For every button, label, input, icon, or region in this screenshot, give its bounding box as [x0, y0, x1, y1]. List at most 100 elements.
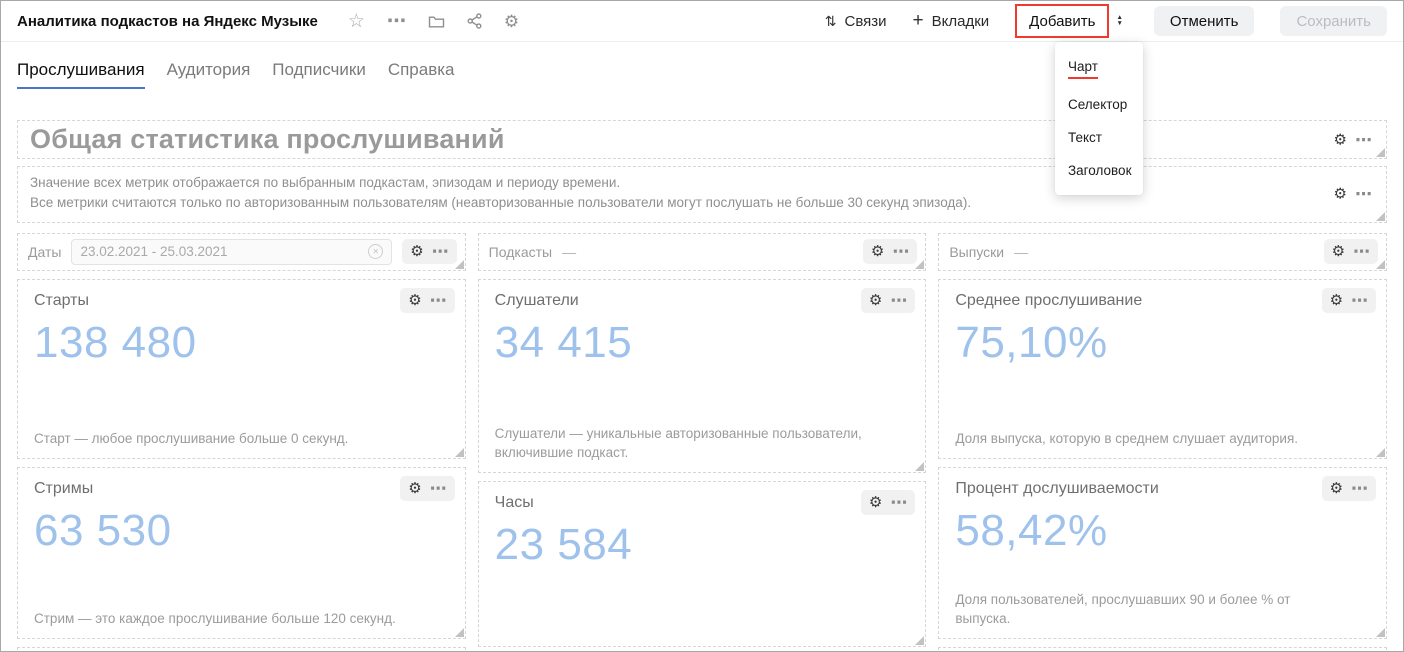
- widget-controls: ⚙ ⋯: [863, 239, 917, 264]
- menu-item-text[interactable]: Текст: [1055, 121, 1143, 154]
- more-options-icon[interactable]: ⋯: [387, 12, 406, 31]
- metric-description: Слушатели — уникальные авторизованные по…: [495, 425, 886, 463]
- widget-gear-icon[interactable]: ⚙: [1334, 187, 1347, 202]
- dashboard-title: Аналитика подкастов на Яндекс Музыке: [17, 13, 318, 30]
- column-3: Выпуски — ⚙ ⋯ Среднее прослушивание 75,1…: [938, 233, 1387, 652]
- menu-item-selector-label: Селектор: [1068, 97, 1127, 112]
- clear-icon[interactable]: ✕: [368, 244, 383, 259]
- widget-more-icon[interactable]: ⋯: [1355, 186, 1372, 203]
- tab-audience[interactable]: Аудитория: [167, 60, 251, 80]
- widget-more-icon[interactable]: ⋯: [432, 243, 449, 260]
- topbar-left: Аналитика подкастов на Яндекс Музыке ☆ ⋯…: [17, 12, 519, 31]
- tutorial-highlight-box: Добавить: [1015, 4, 1109, 38]
- widget-gear-icon[interactable]: ⚙: [408, 293, 421, 308]
- selector-value[interactable]: —: [562, 244, 853, 260]
- resize-grip[interactable]: [1376, 260, 1385, 269]
- folder-icon[interactable]: [428, 14, 445, 29]
- settings-gear-icon[interactable]: ⚙: [504, 13, 519, 30]
- column-1: Даты 23.02.2021 - 25.03.2021 ✕ ⚙ ⋯ Старт…: [17, 233, 466, 652]
- metric-card-listeners: Слушатели 34 415 Слушатели — уникальные …: [478, 279, 927, 473]
- menu-item-selector[interactable]: Селектор: [1055, 88, 1143, 121]
- widget-gear-icon[interactable]: ⚙: [869, 495, 882, 510]
- metric-title: Часы: [495, 494, 910, 512]
- description-line-2: Все метрики считаются только по авторизо…: [30, 193, 1374, 213]
- widget-columns: Даты 23.02.2021 - 25.03.2021 ✕ ⚙ ⋯ Старт…: [17, 233, 1387, 652]
- topbar-right: ⇅ Связи + Вкладки Добавить ▲ ▼ Отменить …: [825, 4, 1387, 38]
- tabs-button[interactable]: + Вкладки: [913, 10, 990, 32]
- metric-description: Стрим — это каждое прослушивание больше …: [34, 610, 425, 629]
- tab-listens[interactable]: Прослушивания: [17, 60, 145, 80]
- column-2: Подкасты — ⚙ ⋯ Слушатели 34 415 Слушател…: [478, 233, 927, 652]
- add-button[interactable]: Добавить: [1017, 6, 1107, 36]
- selector-label: Даты: [28, 244, 61, 260]
- tab-subscribers[interactable]: Подписчики: [272, 60, 366, 80]
- metric-card-completion: Процент дослушиваемости 58,42% Доля поль…: [938, 467, 1387, 639]
- tab-help[interactable]: Справка: [388, 60, 455, 80]
- favorite-star-icon[interactable]: ☆: [348, 12, 365, 31]
- widget-more-icon[interactable]: ⋯: [1353, 243, 1370, 260]
- menu-item-heading[interactable]: Заголовок: [1055, 154, 1143, 187]
- save-button[interactable]: Сохранить: [1280, 6, 1387, 36]
- resize-grip[interactable]: [455, 260, 464, 269]
- widget-gear-icon[interactable]: ⚙: [1334, 132, 1347, 147]
- widget-controls: ⚙ ⋯: [1334, 131, 1372, 148]
- widget-more-icon[interactable]: ⋯: [892, 243, 909, 260]
- resize-grip[interactable]: [915, 462, 924, 471]
- resize-grip[interactable]: [1376, 448, 1385, 457]
- metric-title: Слушатели: [495, 292, 910, 310]
- text-widget: Значение всех метрик отображается по выб…: [17, 166, 1387, 223]
- links-button[interactable]: ⇅ Связи: [825, 13, 887, 30]
- menu-item-chart[interactable]: Чарт: [1055, 50, 1143, 88]
- widget-gear-icon[interactable]: ⚙: [410, 244, 423, 259]
- dashboard-content: Общая статистика прослушиваний ⚙ ⋯ Значе…: [1, 120, 1403, 652]
- add-dropdown-menu: Чарт Селектор Текст Заголовок: [1055, 42, 1143, 195]
- resize-grip[interactable]: [1376, 628, 1385, 637]
- add-split-button: Добавить ▲ ▼: [1015, 4, 1128, 38]
- widget-more-icon[interactable]: ⋯: [890, 292, 907, 309]
- widget-more-icon[interactable]: ⋯: [1355, 131, 1372, 148]
- metric-title: Процент дослушиваемости: [955, 480, 1370, 498]
- resize-grip[interactable]: [1376, 212, 1385, 221]
- resize-grip[interactable]: [455, 448, 464, 457]
- widget-more-icon[interactable]: ⋯: [1351, 480, 1368, 497]
- widget-more-icon[interactable]: ⋯: [430, 292, 447, 309]
- resize-grip[interactable]: [915, 260, 924, 269]
- resize-grip[interactable]: [1376, 148, 1385, 157]
- widget-controls: ⚙ ⋯: [400, 288, 454, 313]
- widget-controls: ⚙ ⋯: [400, 476, 454, 501]
- description-line-1: Значение всех метрик отображается по выб…: [30, 173, 1374, 193]
- metric-card-starts: Старты 138 480 Старт — любое прослушиван…: [17, 279, 466, 459]
- metric-value: 75,10%: [955, 318, 1370, 368]
- links-label: Связи: [845, 13, 887, 30]
- metric-value: 63 530: [34, 506, 449, 556]
- widget-controls: ⚙ ⋯: [1322, 476, 1376, 501]
- widget-gear-icon[interactable]: ⚙: [871, 244, 884, 259]
- widget-gear-icon[interactable]: ⚙: [869, 293, 882, 308]
- widget-controls: ⚙ ⋯: [861, 490, 915, 515]
- metric-title: Старты: [34, 292, 449, 310]
- metric-card-streams: Стримы 63 530 Стрим — это каждое прослуш…: [17, 467, 466, 639]
- widget-gear-icon[interactable]: ⚙: [1332, 244, 1345, 259]
- widget-gear-icon[interactable]: ⚙: [1330, 293, 1343, 308]
- selector-value[interactable]: —: [1014, 244, 1313, 260]
- metric-title: Стримы: [34, 480, 449, 498]
- resize-grip[interactable]: [915, 636, 924, 645]
- menu-item-chart-label: Чарт: [1068, 59, 1098, 79]
- title-widget: Общая статистика прослушиваний ⚙ ⋯: [17, 120, 1387, 159]
- resize-grip[interactable]: [455, 628, 464, 637]
- widget-more-icon[interactable]: ⋯: [890, 494, 907, 511]
- date-range-input[interactable]: 23.02.2021 - 25.03.2021 ✕: [71, 239, 392, 265]
- selector-label: Подкасты: [489, 244, 552, 260]
- cancel-button[interactable]: Отменить: [1154, 6, 1255, 36]
- widget-gear-icon[interactable]: ⚙: [1330, 481, 1343, 496]
- add-dropdown-toggle[interactable]: ▲ ▼: [1111, 6, 1127, 36]
- widget-gear-icon[interactable]: ⚙: [408, 481, 421, 496]
- tabs-label: Вкладки: [932, 13, 990, 30]
- metric-value: 58,42%: [955, 506, 1370, 556]
- menu-item-heading-label: Заголовок: [1068, 163, 1131, 178]
- metric-description: Доля выпуска, которую в среднем слушает …: [955, 430, 1346, 449]
- widget-more-icon[interactable]: ⋯: [430, 480, 447, 497]
- share-icon[interactable]: [467, 13, 482, 29]
- widget-more-icon[interactable]: ⋯: [1351, 292, 1368, 309]
- metric-card-hours: Часы 23 584 ⚙ ⋯: [478, 481, 927, 647]
